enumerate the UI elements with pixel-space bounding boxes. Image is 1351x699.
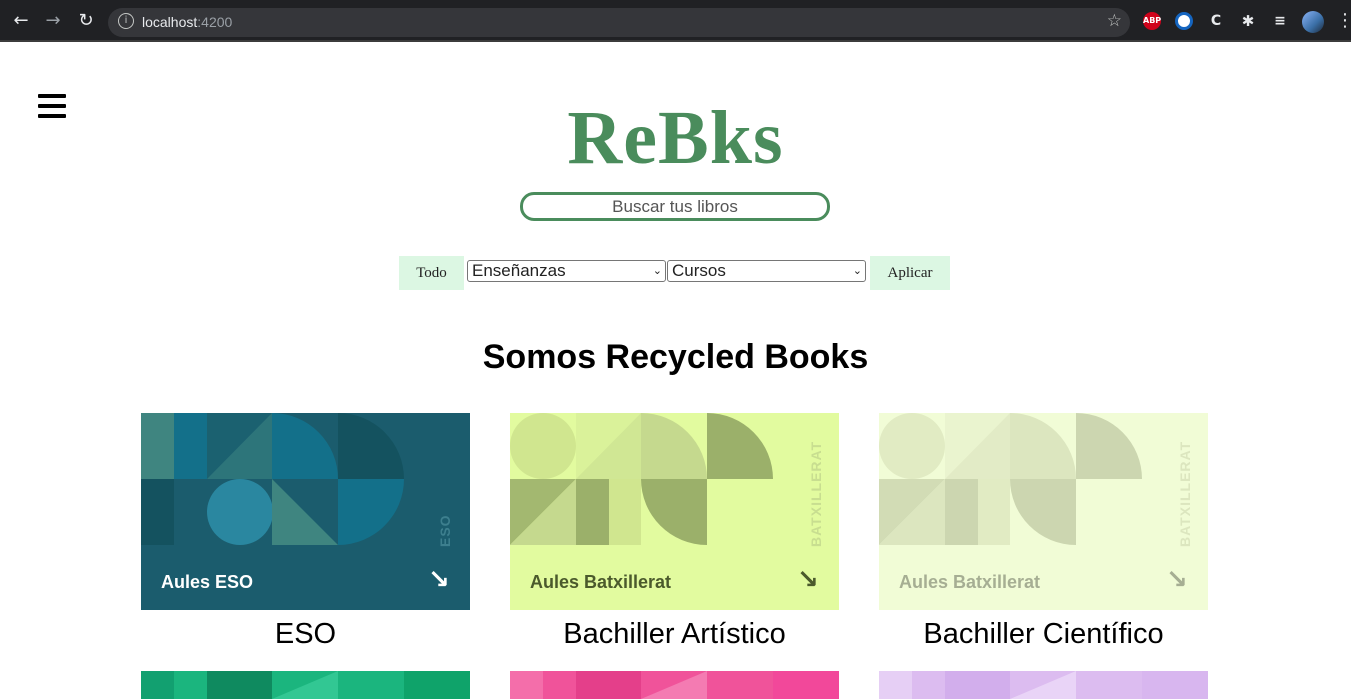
chevron-down-icon: ⌄ — [852, 264, 862, 277]
card-eso-caption[interactable]: ESO — [141, 618, 470, 651]
cursos-select-value: Cursos — [672, 261, 726, 280]
card-eso[interactable]: ESO Aules ESO ↘ ESO — [141, 413, 470, 651]
back-arrow-icon[interactable]: ← — [9, 9, 33, 33]
ensenanzas-select-value: Enseñanzas — [472, 261, 566, 280]
adblock-extension-icon[interactable]: ABP — [1143, 12, 1161, 30]
address-bar[interactable]: i localhost:4200 ☆ — [108, 8, 1130, 37]
browser-menu-icon[interactable]: ⋮ — [1336, 10, 1351, 31]
card-row2-2-pattern — [510, 671, 839, 699]
card-eso-title: Aules ESO — [161, 572, 254, 592]
profile-avatar[interactable] — [1302, 11, 1324, 33]
search-input[interactable] — [520, 192, 830, 221]
card-bachiller-artistico-caption[interactable]: Bachiller Artístico — [510, 618, 839, 651]
card-eso-image[interactable]: ESO Aules ESO ↘ — [141, 413, 470, 610]
card-row2-1-pattern — [141, 671, 470, 699]
card-artistico-title: Aules Batxillerat — [530, 572, 672, 592]
site-info-icon[interactable]: i — [118, 13, 134, 29]
puzzle-extensions-icon[interactable]: ✱ — [1239, 12, 1257, 30]
reload-icon[interactable]: ↻ — [74, 9, 98, 33]
card-row2-3-pattern — [879, 671, 1208, 699]
card-bachiller-cientifico-caption[interactable]: Bachiller Científico — [879, 618, 1208, 651]
card-row2-3[interactable] — [879, 671, 1208, 699]
card-cientifico-vertical-label: BATXILLERAT — [1177, 440, 1193, 547]
browser-toolbar: ← → ↻ i localhost:4200 ☆ ABP C ✱ ≡ ⋮ — [0, 0, 1351, 42]
page-content: ReBks Todo Enseñanzas ⌄ Cursos ⌄ Aplicar… — [0, 42, 1351, 699]
ensenanzas-select[interactable]: Enseñanzas ⌄ — [467, 260, 666, 282]
cursos-select[interactable]: Cursos ⌄ — [667, 260, 866, 282]
card-bachiller-artistico[interactable]: BATXILLERAT Aules Batxillerat ↘ Bachille… — [510, 413, 839, 651]
url-text[interactable]: localhost:4200 — [142, 14, 232, 30]
forward-arrow-icon[interactable]: → — [41, 9, 65, 33]
apply-button[interactable]: Aplicar — [870, 256, 950, 290]
card-row2-2[interactable] — [510, 671, 839, 699]
card-bachiller-cientifico-image[interactable]: BATXILLERAT Aules Batxillerat ↘ — [879, 413, 1208, 610]
media-list-icon[interactable]: ≡ — [1271, 12, 1289, 30]
arrow-down-right-icon: ↘ — [1166, 565, 1188, 595]
card-bachiller-artistico-image[interactable]: BATXILLERAT Aules Batxillerat ↘ — [510, 413, 839, 610]
card-cientifico-title: Aules Batxillerat — [899, 572, 1041, 592]
card-row2-1[interactable] — [141, 671, 470, 699]
arrow-down-right-icon: ↘ — [428, 565, 450, 595]
card-eso-vertical-label: ESO — [437, 514, 453, 547]
site-logo[interactable]: ReBks — [0, 100, 1351, 176]
card-artistico-vertical-label: BATXILLERAT — [808, 440, 824, 547]
shield-extension-icon[interactable] — [1175, 12, 1193, 30]
c-extension-icon[interactable]: C — [1207, 12, 1225, 30]
bookmark-star-icon[interactable]: ☆ — [1107, 11, 1122, 31]
chevron-down-icon: ⌄ — [652, 264, 662, 277]
page-heading: Somos Recycled Books — [482, 338, 869, 376]
card-bachiller-cientifico[interactable]: BATXILLERAT Aules Batxillerat ↘ Bachille… — [879, 413, 1208, 651]
todo-button[interactable]: Todo — [399, 256, 464, 290]
arrow-down-right-icon: ↘ — [797, 565, 819, 595]
